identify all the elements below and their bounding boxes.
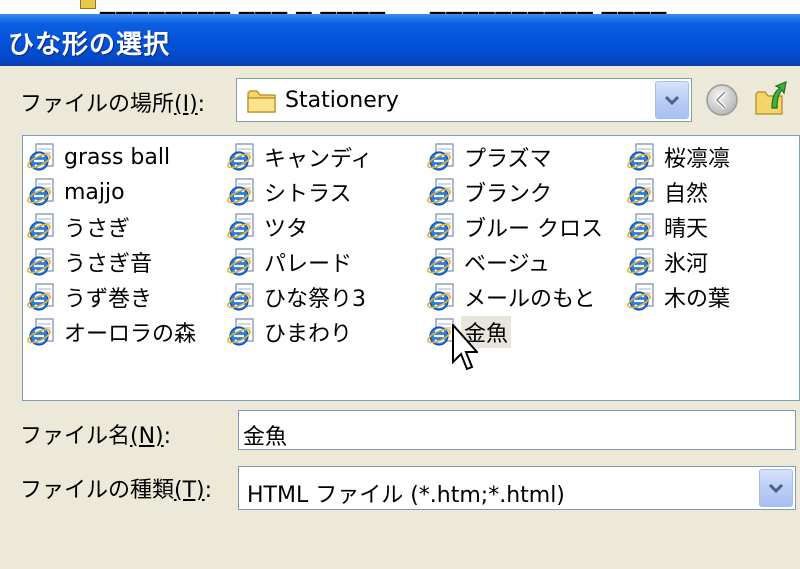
file-item-name: 桜凛凛 [664, 147, 731, 172]
file-item-name: キャンディ [264, 147, 373, 172]
file-item[interactable]: ひまわり [227, 315, 355, 349]
file-item[interactable]: 氷河 [627, 245, 711, 279]
file-item[interactable]: ツタ [227, 210, 311, 244]
ie-document-icon [627, 213, 654, 241]
filetype-label: ファイルの種類(T): [20, 478, 213, 503]
file-item-name: オーロラの森 [64, 322, 197, 347]
ie-document-icon [627, 143, 654, 171]
ie-document-icon [27, 248, 54, 276]
look-in-value: Stationery [285, 88, 399, 113]
back-arrow-icon [706, 84, 738, 116]
file-item[interactable]: うさぎ音 [27, 245, 155, 279]
ie-document-icon [627, 178, 654, 206]
ie-document-icon [227, 318, 254, 346]
file-item-name: ツタ [264, 217, 309, 242]
chevron-down-icon [664, 95, 680, 106]
ie-document-icon [627, 248, 654, 276]
file-item[interactable]: 木の葉 [627, 280, 733, 314]
ie-document-icon [27, 318, 54, 346]
file-item-name: うさぎ音 [64, 252, 153, 277]
background-window-strip: ▁▁▁▁▁▁▁▁ ▁▁▁ ▁ ▁▁▁▁ ▁▁▁▁▁▁▁▁▁▁ ▁▁▁▁ [0, 0, 800, 14]
ie-document-icon [227, 283, 254, 311]
file-item-name: 氷河 [664, 252, 709, 277]
ie-document-icon [27, 213, 54, 241]
ie-document-icon [27, 283, 54, 311]
ie-document-icon [227, 213, 254, 241]
mouse-cursor-icon [452, 324, 478, 371]
file-item[interactable]: うさぎ [27, 210, 133, 244]
back-button[interactable] [704, 82, 740, 122]
file-item-name: 木の葉 [664, 287, 731, 312]
up-folder-button[interactable] [754, 78, 788, 122]
dialog-title: ひな形の選択 [8, 30, 171, 60]
file-item[interactable]: プラズマ [427, 140, 555, 174]
file-item-name: パレード [264, 252, 353, 277]
file-item-name: grass ball [64, 144, 171, 170]
file-item-name: ブランク [464, 182, 553, 207]
ie-document-icon [227, 248, 254, 276]
file-item-name: メールのもと [464, 287, 596, 312]
look-in-label: ファイルの場所(I): [20, 92, 206, 117]
file-item[interactable]: ひな祭り3 [227, 280, 369, 314]
file-item[interactable]: ブルー クロス [427, 210, 606, 244]
dialog-titlebar[interactable]: ひな形の選択 [0, 14, 800, 66]
ie-document-icon [427, 178, 454, 206]
file-item-name: うず巻き [64, 287, 153, 312]
file-item[interactable]: grass ball [27, 140, 173, 174]
chevron-down-icon [768, 483, 784, 494]
ie-document-icon [27, 178, 54, 206]
ie-document-icon [27, 143, 54, 171]
file-item-name: ひまわり [264, 322, 353, 347]
file-item[interactable]: majjo [27, 175, 128, 209]
folder-icon [247, 90, 276, 113]
look-in-dropdown-button[interactable] [655, 81, 689, 119]
file-item[interactable]: オーロラの森 [27, 315, 199, 349]
ie-document-icon [227, 178, 254, 206]
file-item-name: majjo [64, 179, 125, 205]
file-item[interactable]: 自然 [627, 175, 711, 209]
ie-document-icon [227, 143, 254, 171]
look-in-combo[interactable]: Stationery [236, 78, 692, 122]
ie-document-icon [427, 248, 454, 276]
filetype-combo[interactable]: HTML ファイル (*.htm;*.html) [238, 466, 796, 510]
filename-input[interactable]: 金魚 [238, 410, 796, 450]
filetype-value: HTML ファイル (*.htm;*.html) [247, 483, 565, 508]
file-item[interactable]: ベージュ [427, 245, 553, 279]
file-list[interactable]: grass ball majjo うさぎうさぎ音うず巻きオーロラの森 キャンディシトラ… [22, 135, 800, 401]
file-item[interactable]: うず巻き [27, 280, 155, 314]
file-item-name: ひな祭り3 [264, 287, 366, 312]
filetype-dropdown-button[interactable] [759, 469, 793, 507]
ie-document-icon [427, 143, 454, 171]
background-text-right: ▁▁▁▁▁▁▁▁▁▁ ▁▁▁▁ [430, 0, 668, 14]
file-item[interactable]: 桜凛凛 [627, 140, 733, 174]
file-item-name: ベージュ [464, 252, 551, 277]
file-item-name: 自然 [664, 182, 709, 207]
file-item-name: プラズマ [464, 147, 552, 172]
up-folder-icon [755, 81, 787, 115]
file-item-name: うさぎ [64, 217, 131, 242]
filename-value: 金魚 [243, 425, 288, 450]
filename-label: ファイル名(N): [20, 424, 172, 449]
file-item-name: 晴天 [664, 217, 709, 242]
file-item-name: シトラス [264, 182, 352, 207]
ie-document-icon [427, 283, 454, 311]
file-item[interactable]: パレード [227, 245, 355, 279]
file-item[interactable]: ブランク [427, 175, 555, 209]
file-item[interactable]: 晴天 [627, 210, 711, 244]
file-item[interactable]: メールのもと [427, 280, 599, 314]
background-window-icon [80, 0, 96, 9]
file-item[interactable]: シトラス [227, 175, 355, 209]
file-item-name: ブルー クロス [464, 217, 603, 242]
file-item[interactable]: キャンディ [227, 140, 375, 174]
ie-document-icon [427, 213, 454, 241]
ie-document-icon [627, 283, 654, 311]
background-text-left: ▁▁▁▁▁▁▁▁ ▁▁▁ ▁ ▁▁▁▁ [100, 0, 386, 14]
